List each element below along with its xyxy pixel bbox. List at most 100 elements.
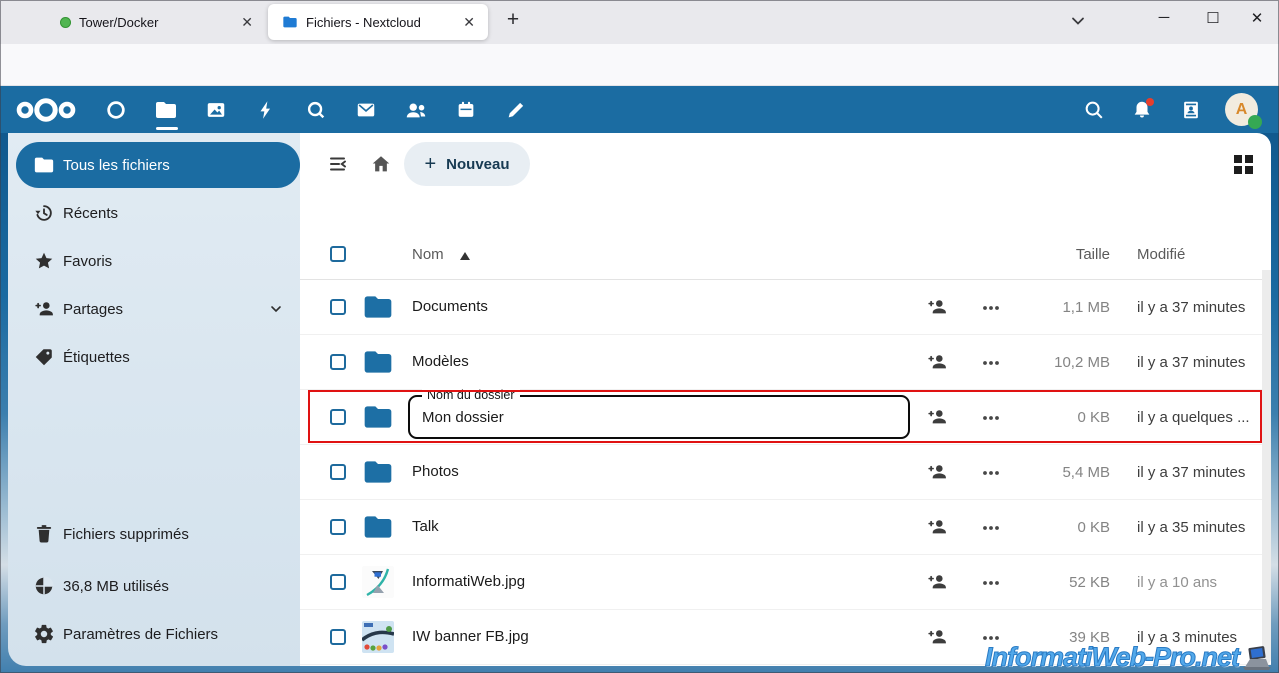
window-maximize-button[interactable]: ☐ — [1200, 9, 1226, 27]
file-size: 1,1 MB — [1062, 299, 1110, 316]
nextcloud-logo-icon[interactable] — [15, 95, 77, 125]
file-size: 5,4 MB — [1062, 464, 1110, 481]
row-actions-icon[interactable] — [982, 470, 1000, 476]
notes-app-icon[interactable] — [503, 97, 529, 123]
tab-close-icon[interactable]: ✕ — [236, 12, 258, 33]
tag-icon — [33, 346, 55, 368]
file-name[interactable]: Talk — [412, 518, 439, 535]
file-modified: il y a 35 minutes — [1137, 519, 1246, 536]
laptop-icon — [1241, 645, 1273, 673]
select-all-checkbox[interactable] — [330, 246, 346, 262]
file-name[interactable]: Modèles — [412, 353, 469, 370]
star-icon — [33, 250, 55, 272]
pie-chart-icon — [33, 575, 55, 597]
column-name[interactable]: Nom — [412, 246, 444, 263]
photos-app-icon[interactable] — [203, 97, 229, 123]
sidebar-item-label: Favoris — [63, 252, 113, 270]
folder-icon — [364, 296, 392, 318]
row-actions-icon[interactable] — [982, 580, 1000, 586]
calendar-app-icon[interactable] — [453, 97, 479, 123]
row-checkbox[interactable] — [330, 519, 346, 535]
unified-search-icon[interactable] — [1081, 97, 1107, 123]
tab-title: Tower/Docker — [79, 14, 159, 30]
scrollbar-track[interactable] — [1262, 270, 1271, 666]
file-size: 0 KB — [1077, 519, 1110, 536]
share-icon[interactable] — [926, 296, 948, 318]
share-icon[interactable] — [926, 351, 948, 373]
sort-ascending-icon[interactable] — [460, 252, 470, 260]
window-close-button[interactable]: ✕ — [1244, 9, 1270, 27]
share-icon[interactable] — [926, 461, 948, 483]
column-modified[interactable]: Modifié — [1137, 246, 1185, 263]
row-actions-icon[interactable] — [982, 415, 1000, 421]
new-button[interactable]: + Nouveau — [404, 142, 530, 186]
table-row[interactable]: Documents 1,1 MB il y a 37 minutes — [300, 280, 1271, 335]
new-tab-button[interactable]: + — [500, 8, 526, 32]
row-actions-icon[interactable] — [982, 525, 1000, 531]
share-icon[interactable] — [926, 516, 948, 538]
sidebar-item-files-settings[interactable]: Paramètres de Fichiers — [8, 610, 300, 658]
sidebar-item-tags[interactable]: Étiquettes — [8, 333, 300, 381]
contacts-app-icon[interactable] — [403, 97, 429, 123]
dashboard-app-icon[interactable] — [103, 97, 129, 123]
folder-name-field[interactable]: Nom du dossier — [408, 388, 910, 439]
file-name[interactable]: InformatiWeb.jpg — [412, 573, 525, 590]
table-row[interactable]: Modèles 10,2 MB il y a 37 minutes — [300, 335, 1271, 390]
chevron-down-icon[interactable] — [268, 301, 284, 317]
file-name[interactable]: IW banner FB.jpg — [412, 628, 529, 645]
window-minimize-button[interactable]: ─ — [1151, 9, 1177, 26]
sidebar-item-favorites[interactable]: Favoris — [8, 237, 300, 285]
home-breadcrumb-icon[interactable] — [370, 153, 392, 175]
folder-icon — [364, 461, 392, 483]
row-checkbox[interactable] — [330, 354, 346, 370]
notification-badge — [1146, 98, 1154, 106]
watermark-text: InformatiWeb-Pro.net — [984, 642, 1240, 673]
row-checkbox[interactable] — [330, 629, 346, 645]
table-row[interactable]: Nom du dossier 0 KB il y a quelques ... — [300, 388, 1271, 445]
file-name[interactable]: Documents — [412, 298, 488, 315]
image-thumbnail — [362, 621, 394, 653]
share-icon[interactable] — [926, 406, 948, 428]
watermark: InformatiWeb-Pro.net — [984, 642, 1273, 673]
share-person-icon — [33, 298, 55, 320]
activity-app-icon[interactable] — [253, 97, 279, 123]
sidebar-item-deleted-files[interactable]: Fichiers supprimés — [8, 510, 300, 558]
online-status-dot — [1248, 115, 1262, 129]
list-all-tabs-icon[interactable] — [1068, 11, 1088, 31]
table-row[interactable]: Talk 0 KB il y a 35 minutes — [300, 500, 1271, 555]
row-actions-icon[interactable] — [982, 305, 1000, 311]
image-thumbnail — [362, 566, 394, 598]
sidebar-item-quota[interactable]: 36,8 MB utilisés — [8, 562, 300, 610]
tab-tower-docker[interactable]: Tower/Docker ✕ — [24, 4, 266, 40]
mail-app-icon[interactable] — [353, 97, 379, 123]
sidebar-item-shares[interactable]: Partages — [8, 285, 300, 333]
file-modified: il y a 37 minutes — [1137, 464, 1246, 481]
table-row[interactable]: InformatiWeb.jpg 52 KB il y a 10 ans — [300, 555, 1271, 610]
row-actions-icon[interactable] — [982, 635, 1000, 641]
row-checkbox[interactable] — [330, 574, 346, 590]
search-app-icon[interactable] — [303, 97, 329, 123]
tab-close-icon[interactable]: ✕ — [458, 12, 480, 33]
files-app-icon[interactable] — [153, 97, 179, 123]
collapse-sidebar-icon[interactable] — [328, 153, 350, 175]
share-icon[interactable] — [926, 626, 948, 648]
sidebar-item-recent[interactable]: Récents — [8, 189, 300, 237]
folder-favicon-icon — [282, 14, 298, 30]
row-actions-icon[interactable] — [982, 360, 1000, 366]
file-name[interactable]: Photos — [412, 463, 459, 480]
sidebar-item-all-files[interactable]: Tous les fichiers — [16, 142, 300, 188]
share-icon[interactable] — [926, 571, 948, 593]
grid-view-toggle-icon[interactable] — [1233, 154, 1254, 175]
browser-tab-strip: Tower/Docker ✕ Fichiers - Nextcloud ✕ + … — [0, 0, 1279, 44]
tab-fichiers-nextcloud[interactable]: Fichiers - Nextcloud ✕ — [268, 4, 488, 40]
folder-name-input[interactable] — [410, 397, 908, 437]
row-checkbox[interactable] — [330, 299, 346, 315]
table-row[interactable]: Photos 5,4 MB il y a 37 minutes — [300, 445, 1271, 500]
column-size[interactable]: Taille — [1000, 246, 1110, 263]
gear-icon — [33, 623, 55, 645]
plus-icon: + — [424, 153, 437, 175]
row-checkbox[interactable] — [330, 409, 346, 425]
row-checkbox[interactable] — [330, 464, 346, 480]
contacts-menu-icon[interactable] — [1178, 97, 1204, 123]
folder-icon — [364, 406, 392, 428]
